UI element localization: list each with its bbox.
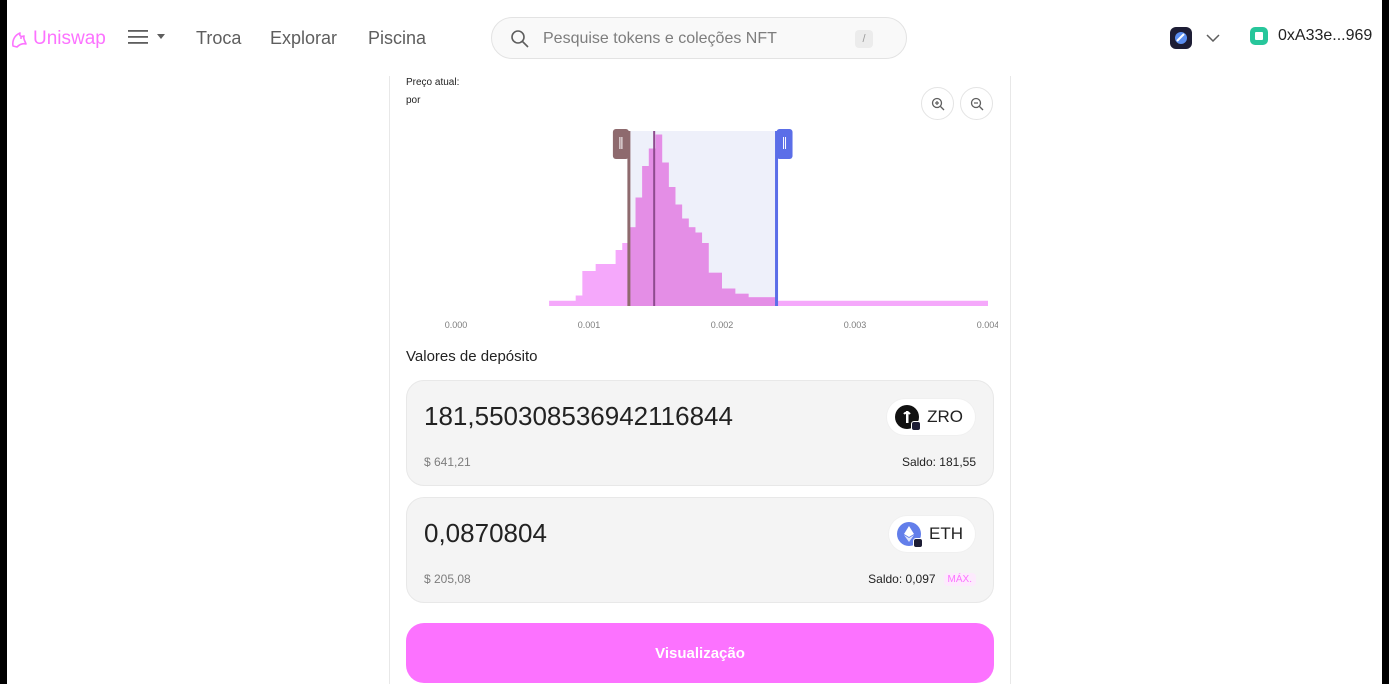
network-badge-icon bbox=[911, 421, 922, 431]
token0-amount-input[interactable]: 181,550308536942116844 bbox=[424, 401, 733, 432]
token0-balance: Saldo: 181,55 bbox=[902, 455, 976, 469]
hamburger-icon bbox=[128, 30, 148, 44]
search-shortcut-badge: / bbox=[855, 30, 873, 48]
x-tick-label: 0.001 bbox=[578, 320, 601, 330]
token1-usd-value: $ 205,08 bbox=[424, 572, 471, 586]
network-selector[interactable] bbox=[1170, 27, 1220, 49]
top-navigation-bar: Uniswap Troca Explorar Piscina / 0xA33e.… bbox=[7, 0, 1382, 76]
uniswap-logo[interactable]: Uniswap bbox=[9, 27, 106, 51]
search-icon bbox=[511, 30, 529, 48]
network-badge-icon bbox=[913, 538, 923, 548]
search-bar[interactable]: / bbox=[491, 17, 907, 59]
network-icon bbox=[1170, 27, 1192, 49]
caret-down-icon bbox=[157, 34, 165, 39]
current-price-per: por bbox=[406, 95, 421, 106]
chevron-down-icon bbox=[1206, 34, 1220, 42]
zoom-out-button[interactable] bbox=[960, 87, 993, 120]
token1-selector[interactable]: ETH bbox=[889, 516, 975, 552]
preview-button[interactable]: Visualização bbox=[406, 623, 994, 683]
search-input[interactable] bbox=[543, 27, 843, 51]
zoom-out-icon bbox=[970, 97, 983, 110]
eth-token-icon bbox=[897, 522, 923, 548]
add-liquidity-card: Preço atual: por 0.000 0.001 0.002 0.003 0.0… bbox=[389, 76, 1011, 684]
max-price-handle bbox=[776, 129, 793, 159]
x-tick-label: 0.000 bbox=[445, 320, 468, 330]
screen-frame-right bbox=[1382, 0, 1389, 684]
menu-button[interactable] bbox=[127, 28, 165, 46]
brand-name: Uniswap bbox=[33, 28, 106, 49]
max-button[interactable]: MÁX. bbox=[943, 572, 976, 586]
unicorn-icon bbox=[12, 32, 27, 48]
zoom-in-icon bbox=[931, 97, 944, 110]
zoom-in-button[interactable] bbox=[921, 87, 954, 120]
token0-amount-box[interactable]: 181,550308536942116844 ZRO $ 641,21 Sald… bbox=[406, 380, 994, 486]
x-tick-label: 0.002 bbox=[711, 320, 734, 330]
token1-amount-box[interactable]: 0,0870804 ETH $ 205,08 Saldo: 0,097 MÁX. bbox=[406, 497, 994, 603]
x-tick-label: 0.004 bbox=[977, 320, 998, 330]
token0-selector[interactable]: ZRO bbox=[887, 399, 975, 435]
nav-explore[interactable]: Explorar bbox=[270, 28, 337, 49]
token0-symbol: ZRO bbox=[927, 407, 963, 426]
token0-usd-value: $ 641,21 bbox=[424, 455, 471, 469]
current-price-label: Preço atual: bbox=[406, 77, 460, 88]
nav-swap[interactable]: Troca bbox=[196, 28, 241, 49]
zro-token-icon bbox=[895, 405, 922, 431]
nav-pool[interactable]: Piscina bbox=[368, 28, 426, 49]
min-price-handle bbox=[612, 129, 629, 159]
token1-balance: Saldo: 0,097 MÁX. bbox=[868, 572, 976, 586]
token1-symbol: ETH bbox=[929, 524, 963, 543]
deposit-amounts-title: Valores de depósito bbox=[406, 348, 538, 365]
x-tick-label: 0.003 bbox=[844, 320, 867, 330]
screen-frame-left bbox=[0, 0, 7, 684]
token1-amount-input[interactable]: 0,0870804 bbox=[424, 518, 547, 549]
wallet-address: 0xA33e...969 bbox=[1278, 27, 1373, 44]
liquidity-range-chart[interactable]: 0.000 0.001 0.002 0.003 0.004 bbox=[406, 121, 998, 343]
token0-balance-text: Saldo: 181,55 bbox=[901, 455, 976, 469]
token1-balance-text: Saldo: 0,097 bbox=[868, 572, 936, 586]
wallet-avatar bbox=[1250, 27, 1268, 45]
wallet-button[interactable]: 0xA33e...969 bbox=[1250, 27, 1372, 45]
